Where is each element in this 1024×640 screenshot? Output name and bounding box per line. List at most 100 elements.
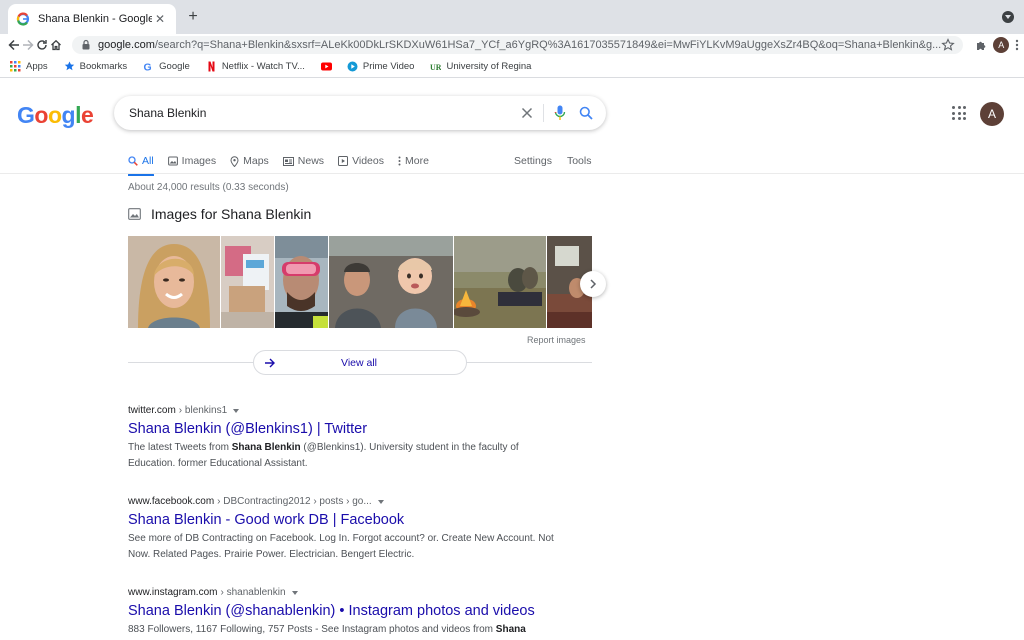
logo-letter: e: [80, 102, 94, 128]
result-breadcrumb: › shanablenkin: [220, 587, 286, 598]
image-thumbnail[interactable]: [221, 236, 274, 328]
account-avatar[interactable]: A: [980, 102, 1004, 126]
tab-news[interactable]: News: [282, 150, 325, 172]
result-title-link[interactable]: Shana Blenkin (@Blenkins1) | Twitter: [128, 421, 568, 437]
chevron-down-icon[interactable]: [291, 590, 298, 595]
chevron-down-icon[interactable]: [377, 499, 384, 504]
lock-icon: [82, 39, 90, 50]
tab-images[interactable]: Images: [167, 150, 217, 172]
back-button[interactable]: [8, 34, 20, 56]
tab-strip: Shana Blenkin - Google Search ✕ +: [0, 0, 1024, 34]
search-results-page: Google A All Images Maps: [0, 78, 1024, 640]
bookmark-university-of-regina[interactable]: UR University of Regina: [430, 61, 531, 72]
bookmark-apps[interactable]: Apps: [10, 61, 48, 72]
bookmark-youtube[interactable]: [320, 61, 337, 72]
tab-more[interactable]: More: [398, 150, 429, 172]
carousel-next-button[interactable]: [580, 271, 606, 297]
image-thumbnail[interactable]: [128, 236, 220, 328]
search-input[interactable]: [129, 106, 511, 120]
search-box: [114, 96, 606, 130]
image-thumbnail[interactable]: [275, 236, 328, 328]
google-favicon-icon: G: [143, 61, 154, 73]
view-all-images-button[interactable]: View all: [253, 350, 467, 375]
url-text[interactable]: google.com/search?q=Shana+Blenkin&sxsrf=…: [98, 39, 941, 51]
profile-button[interactable]: A: [993, 35, 1010, 55]
chevron-down-icon[interactable]: [233, 408, 240, 413]
result-snippet: See more of DB Contracting on Facebook. …: [128, 531, 568, 563]
result-title-link[interactable]: Shana Blenkin (@shanablenkin) • Instagra…: [128, 603, 568, 619]
browser-menu-button[interactable]: [1015, 35, 1019, 55]
play-box-icon: [338, 156, 349, 166]
logo-letter: G: [17, 102, 35, 128]
apps-grid-icon: [10, 61, 21, 72]
bookmark-label: University of Regina: [446, 61, 532, 72]
bookmark-prime-video[interactable]: Prime Video: [347, 61, 415, 72]
result-cite[interactable]: www.instagram.com › shanablenkin: [128, 587, 568, 598]
tab-maps[interactable]: Maps: [230, 150, 269, 172]
tab-all[interactable]: All: [128, 150, 154, 176]
browser-tab-active[interactable]: Shana Blenkin - Google Search ✕: [8, 4, 176, 34]
voice-search-button[interactable]: [550, 103, 570, 123]
result-breadcrumb: › DBContracting2012 › posts › go...: [217, 496, 372, 507]
bookmark-label: Google: [159, 61, 190, 72]
bookmark-google[interactable]: G Google: [143, 61, 190, 72]
search-divider: [543, 104, 544, 122]
url-path: /search?q=Shana+Blenkin&sxsrf=ALeKk00DkL…: [154, 39, 942, 51]
tools-link[interactable]: Tools: [567, 150, 592, 172]
bookmark-bookmarks[interactable]: Bookmarks: [64, 61, 127, 72]
youtube-icon: [320, 61, 332, 72]
home-button[interactable]: [50, 34, 62, 56]
address-bar[interactable]: google.com/search?q=Shana+Blenkin&sxsrf=…: [72, 36, 964, 54]
image-icon: [167, 156, 178, 166]
bookmarks-bar: Apps Bookmarks G Google Netflix - Watch …: [0, 56, 1024, 78]
result-domain: twitter.com: [128, 405, 176, 416]
result-snippet: The latest Tweets from Shana Blenkin (@B…: [128, 440, 568, 472]
image-thumbnail[interactable]: [329, 236, 453, 328]
tab-title: Shana Blenkin - Google Search: [38, 13, 152, 25]
netflix-icon: [206, 61, 217, 72]
google-logo[interactable]: Google: [17, 102, 94, 129]
tab-videos[interactable]: Videos: [338, 150, 384, 172]
logo-letter: o: [34, 102, 48, 128]
report-images-link[interactable]: Report images: [527, 335, 586, 345]
result-cite[interactable]: www.facebook.com › DBContracting2012 › p…: [128, 496, 568, 507]
tab-search-icon[interactable]: [1002, 11, 1014, 23]
extensions-button[interactable]: [975, 35, 987, 55]
snippet-text: 883 Followers, 1167 Following, 757 Posts…: [128, 624, 496, 635]
google-apps-icon[interactable]: [952, 106, 966, 120]
result-title-link[interactable]: Shana Blenkin - Good work DB | Facebook: [128, 512, 568, 528]
tab-label: Images: [181, 155, 217, 167]
result-stats: About 24,000 results (0.33 seconds): [128, 182, 289, 193]
bookmark-star-icon[interactable]: [941, 38, 955, 52]
result-snippet: 883 Followers, 1167 Following, 757 Posts…: [128, 622, 568, 638]
clear-search-button[interactable]: [517, 103, 537, 123]
forward-button[interactable]: [22, 34, 34, 56]
tab-label: News: [297, 155, 325, 167]
search-icon: [579, 106, 593, 120]
image-thumbnail[interactable]: [454, 236, 546, 328]
search-result: twitter.com › blenkins1 Shana Blenkin (@…: [128, 405, 568, 472]
logo-letter: g: [61, 102, 76, 128]
close-tab-icon[interactable]: ✕: [152, 12, 168, 26]
result-breadcrumb: › blenkins1: [178, 405, 228, 416]
tab-label: Videos: [352, 155, 384, 167]
search-tools: Settings Tools: [514, 150, 606, 172]
result-domain: www.instagram.com: [128, 587, 218, 598]
reload-button[interactable]: [36, 34, 48, 56]
arrow-left-icon: [8, 39, 19, 51]
images-section-heading[interactable]: Images for Shana Blenkin: [128, 206, 311, 222]
bookmark-label: Apps: [26, 61, 48, 72]
new-tab-button[interactable]: +: [184, 8, 202, 26]
search-icon: [128, 156, 138, 166]
home-icon: [51, 39, 61, 51]
settings-link[interactable]: Settings: [514, 150, 552, 172]
kebab-menu-icon: [1016, 39, 1019, 51]
star-icon: [64, 61, 75, 72]
arrow-right-icon: [23, 39, 34, 51]
result-cite[interactable]: twitter.com › blenkins1: [128, 405, 568, 416]
image-icon: [128, 208, 141, 220]
search-button[interactable]: [576, 103, 596, 123]
bookmark-label: Prime Video: [362, 61, 415, 72]
images-heading-text: Images for Shana Blenkin: [151, 206, 312, 222]
bookmark-netflix[interactable]: Netflix - Watch TV...: [206, 61, 305, 72]
